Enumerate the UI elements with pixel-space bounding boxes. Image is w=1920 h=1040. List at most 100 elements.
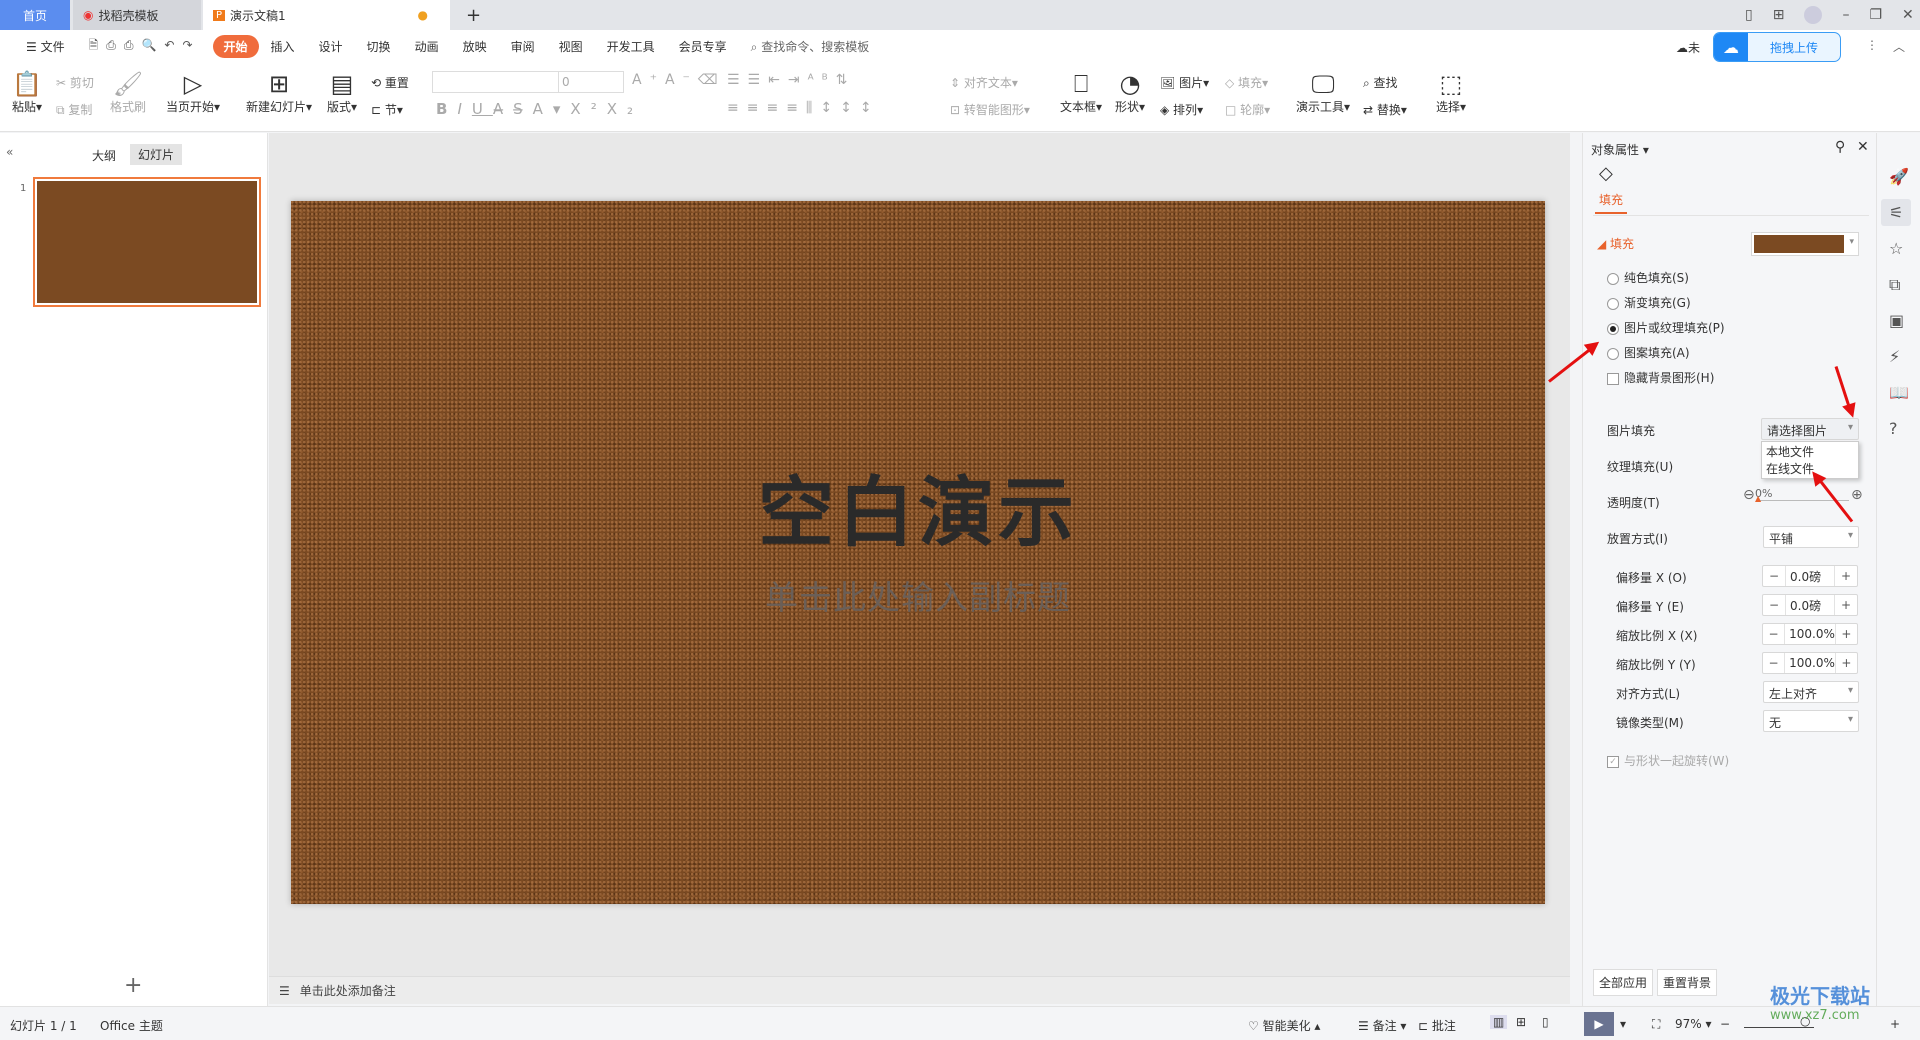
checkbox[interactable]: [1607, 372, 1619, 385]
cloud-sync[interactable]: ☁未: [1676, 39, 1700, 56]
add-slide-button[interactable]: +: [124, 973, 142, 998]
new-slide-button[interactable]: ⊞ 新建幻灯片▾: [246, 70, 312, 115]
normal-view-icon[interactable]: ▥: [1490, 1015, 1508, 1029]
pin-icon[interactable]: ⚲: [1835, 139, 1845, 155]
font-name-select[interactable]: [433, 72, 559, 92]
menu-tab-developer[interactable]: 开发工具: [595, 38, 667, 55]
radio-solid-fill[interactable]: 纯色填充(S): [1607, 269, 1689, 286]
arrange-button[interactable]: ◈ 排列▾: [1160, 101, 1203, 118]
menu-item-local-file[interactable]: 本地文件: [1766, 444, 1854, 461]
tab-outline[interactable]: 大纲: [92, 147, 116, 164]
tab-slides[interactable]: 幻灯片: [130, 144, 183, 165]
upload-button[interactable]: ☁ 拖拽上传: [1713, 32, 1841, 62]
shape-button[interactable]: ◔ 形状▾: [1115, 70, 1145, 115]
slide[interactable]: 空白演示 单击此处输入副标题: [291, 201, 1545, 904]
radio-button[interactable]: [1607, 272, 1619, 285]
reset-button[interactable]: ⟲ 重置: [371, 74, 409, 91]
zoom-out-icon[interactable]: −: [1720, 1017, 1730, 1031]
play-options-icon[interactable]: ▾: [1620, 1017, 1626, 1031]
find-button[interactable]: ⌕ 查找: [1363, 74, 1398, 91]
sorter-view-icon[interactable]: ⊞: [1516, 1015, 1526, 1029]
radio-button[interactable]: [1607, 347, 1619, 360]
paste-button[interactable]: 📋 粘贴▾: [12, 70, 42, 115]
stepper-value[interactable]: 100.0%: [1784, 653, 1836, 673]
radio-button[interactable]: [1607, 297, 1619, 310]
fill-button[interactable]: ◇ 填充▾: [1225, 74, 1268, 91]
radio-button[interactable]: [1607, 322, 1619, 335]
scale-y-stepper[interactable]: −100.0% +: [1762, 652, 1858, 674]
hide-background-checkbox[interactable]: 隐藏背景图形(H): [1607, 369, 1714, 386]
collapse-panel-icon[interactable]: «: [6, 145, 13, 159]
comment-button[interactable]: ⊏ 批注: [1418, 1017, 1456, 1034]
command-search[interactable]: ⌕ 查找命令、搜索模板: [739, 38, 882, 55]
copy-button[interactable]: ⧉ 复制: [56, 101, 92, 118]
placement-select[interactable]: 平铺: [1763, 526, 1859, 548]
transition-icon[interactable]: ⧉: [1889, 275, 1900, 295]
zoom-level[interactable]: 97% ▾: [1675, 1017, 1712, 1031]
more-icon[interactable]: ⋮: [1866, 38, 1878, 52]
menu-tab-review[interactable]: 审阅: [499, 38, 547, 55]
menu-tab-insert[interactable]: 插入: [259, 38, 307, 55]
rocket-icon[interactable]: 🚀: [1889, 167, 1909, 186]
close-icon[interactable]: ✕: [1902, 7, 1914, 23]
panel-header[interactable]: 对象属性 ▾: [1591, 141, 1649, 158]
minus-icon[interactable]: −: [1763, 653, 1784, 673]
help-icon[interactable]: ?: [1889, 419, 1898, 438]
tab-home[interactable]: 首页: [0, 0, 70, 30]
avatar[interactable]: [1804, 6, 1823, 24]
layout-icon[interactable]: ▯: [1745, 7, 1753, 23]
decrease-transparency-icon[interactable]: ⊖: [1743, 487, 1755, 503]
font-size-buttons[interactable]: A⁺A⁻⌫: [632, 72, 726, 88]
font-size-select[interactable]: 0: [559, 72, 623, 92]
smart-beautify-button[interactable]: ♡ 智能美化 ▴: [1248, 1017, 1320, 1034]
tab-fill[interactable]: 填充: [1595, 191, 1628, 214]
smart-art-button[interactable]: ⊡ 转智能图形▾: [950, 101, 1030, 118]
rotate-with-shape-checkbox[interactable]: ✓ 与形状一起旋转(W): [1607, 752, 1729, 769]
notes-bar[interactable]: ☰ 单击此处添加备注: [269, 976, 1570, 1004]
plus-icon[interactable]: +: [1835, 566, 1857, 586]
reset-background-button[interactable]: 重置背景: [1657, 969, 1718, 996]
checkbox[interactable]: ✓: [1607, 755, 1619, 768]
textbox-button[interactable]: ⎕ 文本框▾: [1060, 70, 1102, 115]
slide-title[interactable]: 空白演示: [291, 451, 1545, 561]
outline-button[interactable]: □ 轮廓▾: [1225, 101, 1270, 118]
presentation-tools-button[interactable]: 🖵 演示工具▾: [1296, 70, 1350, 115]
minus-icon[interactable]: −: [1763, 566, 1785, 586]
quick-access-icons[interactable]: 🗎⎙⎙🔍↶↷: [77, 36, 213, 57]
play-current-button[interactable]: ▷ 当页开始▾: [166, 70, 220, 115]
section-button[interactable]: ⊏ 节▾: [371, 101, 403, 118]
notes-toggle-button[interactable]: ☰ 备注 ▾: [1358, 1017, 1406, 1034]
collapse-ribbon-icon[interactable]: ︿: [1893, 38, 1905, 55]
restore-icon[interactable]: ❐: [1869, 7, 1882, 23]
align-text-button[interactable]: ⇕ 对齐文本▾: [950, 74, 1018, 91]
stepper-value[interactable]: 0.0磅: [1785, 595, 1835, 615]
tab-template[interactable]: ◉ 找稻壳模板: [73, 0, 201, 30]
design-icon[interactable]: ▣: [1889, 311, 1904, 330]
radio-picture-fill[interactable]: 图片或纹理填充(P): [1607, 319, 1725, 336]
cut-button[interactable]: ✂ 剪切: [56, 74, 94, 91]
replace-button[interactable]: ⇄ 替换▾: [1363, 101, 1407, 118]
slide-subtitle[interactable]: 单击此处输入副标题: [291, 571, 1545, 619]
radio-gradient-fill[interactable]: 渐变填充(G): [1607, 294, 1691, 311]
layout-button[interactable]: ▤ 版式▾: [327, 70, 357, 115]
offset-y-stepper[interactable]: −0.0磅 +: [1762, 594, 1858, 616]
menu-tab-view[interactable]: 视图: [547, 38, 595, 55]
minimize-icon[interactable]: –: [1842, 7, 1849, 23]
stepper-value[interactable]: 0.0磅: [1785, 566, 1835, 586]
apps-icon[interactable]: ⊞: [1773, 7, 1785, 23]
zoom-in-icon[interactable]: +: [1890, 1017, 1900, 1031]
menu-tab-design[interactable]: 设计: [307, 38, 355, 55]
radio-pattern-fill[interactable]: 图案填充(A): [1607, 344, 1690, 361]
minus-icon[interactable]: −: [1763, 595, 1785, 615]
plus-icon[interactable]: +: [1836, 624, 1857, 644]
menu-tab-animation[interactable]: 动画: [403, 38, 451, 55]
alignment-select[interactable]: 左上对齐: [1763, 681, 1859, 703]
picture-button[interactable]: 🖼 图片▾: [1160, 74, 1209, 91]
fit-window-icon[interactable]: ⛶: [1652, 1017, 1660, 1032]
plus-icon[interactable]: +: [1836, 653, 1857, 673]
paragraph-align-buttons[interactable]: ≡≡≡≡⫼↕↕↕: [727, 100, 880, 116]
file-menu[interactable]: ☰ 文件: [14, 38, 77, 55]
increase-transparency-icon[interactable]: ⊕: [1851, 487, 1863, 503]
format-painter-button[interactable]: 🖌 格式刷: [110, 70, 146, 115]
animation-icon[interactable]: ⚡: [1889, 347, 1900, 366]
